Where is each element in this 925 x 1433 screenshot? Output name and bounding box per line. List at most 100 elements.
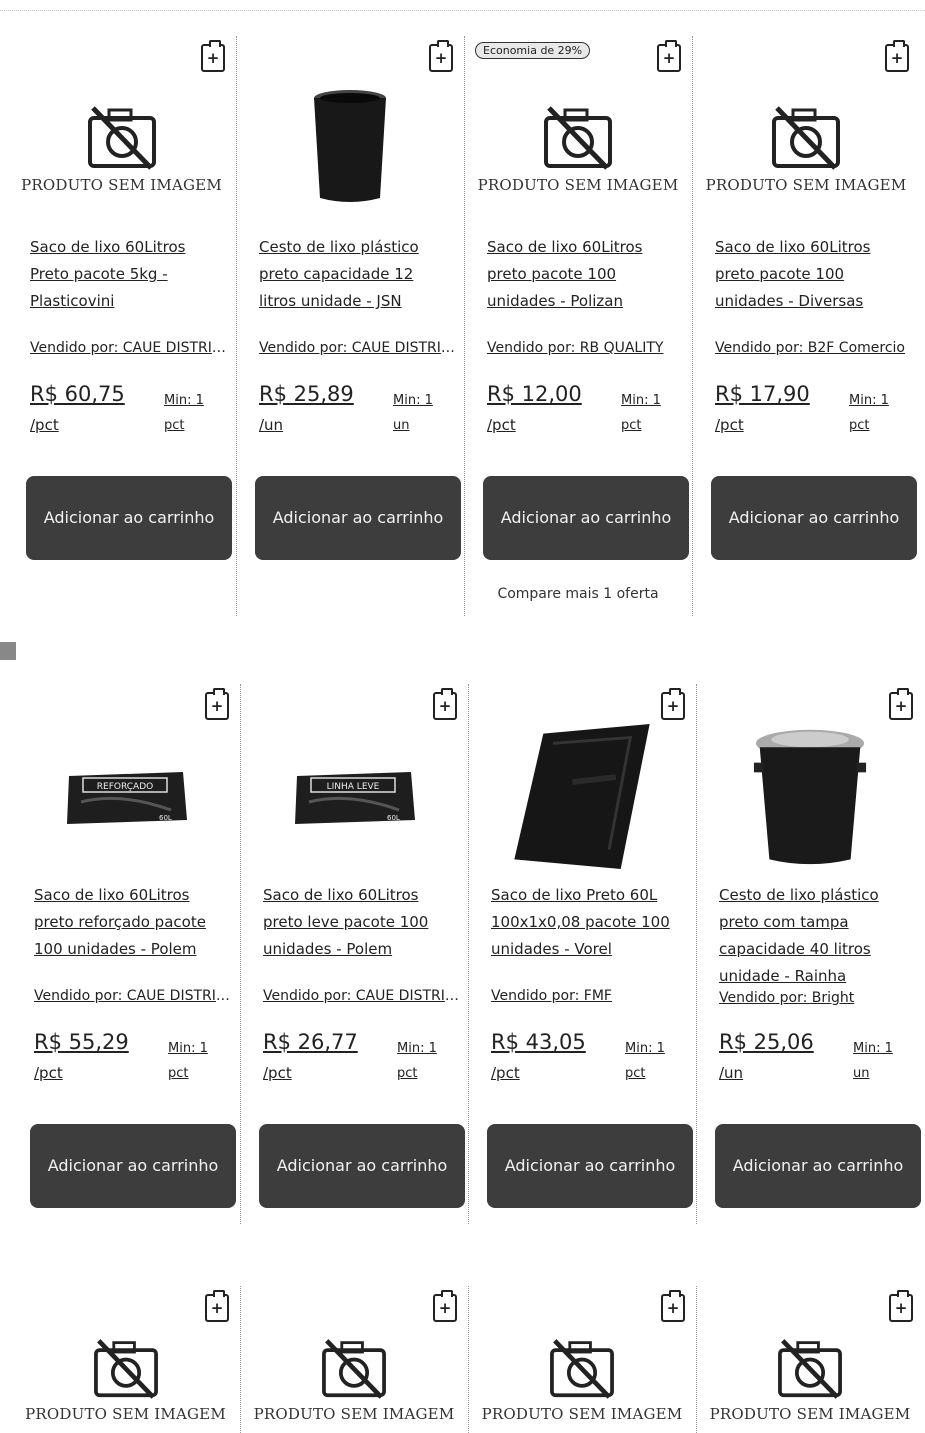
product-price: R$ 25,89: [259, 382, 354, 406]
product-title[interactable]: Saco de lixo 60Litros preto pacote 100 u…: [715, 234, 909, 315]
add-to-list-icon[interactable]: +: [429, 40, 453, 72]
price-unit: /pct: [30, 416, 59, 434]
seller-link[interactable]: Vendido por: B2F Comercio: [715, 340, 911, 356]
no-image-camera-icon: [87, 104, 157, 170]
bag-pack-image: LINHA LEVE 60L: [295, 771, 415, 824]
min-quantity: Min: 1 pct: [621, 393, 661, 433]
no-image-text: PRODUTO SEM IMAGEM: [705, 175, 907, 194]
product-card: + Cesto de lixo plástico preto capacidad…: [236, 36, 463, 616]
product-price: R$ 60,75: [30, 382, 125, 406]
no-image-camera-icon: [93, 1337, 159, 1399]
lidded-bin-image: [753, 729, 867, 865]
add-to-list-icon[interactable]: +: [889, 1290, 913, 1322]
no-image-text: PRODUTO SEM IMAGEM: [21, 175, 222, 194]
product-card: + PRODUTO SEM IMAGEM Saco de lixo 60Litr…: [8, 36, 235, 616]
add-to-list-icon[interactable]: +: [205, 1290, 229, 1322]
add-to-cart-button[interactable]: Adicionar ao carrinho: [255, 476, 461, 560]
seller-link[interactable]: Vendido por: RB QUALITY: [487, 340, 683, 356]
add-to-list-icon[interactable]: +: [661, 688, 685, 720]
add-to-list-icon[interactable]: +: [205, 688, 229, 720]
add-to-cart-button[interactable]: Adicionar ao carrinho: [483, 476, 689, 560]
seller-link[interactable]: Vendido por: CAUE DISTRIBUIDORA: [30, 340, 227, 356]
product-card: + Saco de lixo Preto 60L 100x1x0,08 paco…: [468, 684, 695, 1224]
add-to-list-icon[interactable]: +: [201, 40, 225, 72]
add-to-cart-button[interactable]: Adicionar ao carrinho: [715, 1124, 921, 1208]
product-image: PRODUTO SEM IMAGEM: [8, 76, 235, 221]
add-to-list-icon[interactable]: +: [885, 40, 909, 72]
product-row-3: + PRODUTO SEM IMAGEM + PRODUTO SEM IMAGE…: [0, 1286, 925, 1433]
product-image: REFORÇADO 60L: [12, 724, 239, 869]
product-card: + REFORÇADO 60L Saco de lixo 60Litros pr…: [12, 684, 239, 1224]
product-row-2: + REFORÇADO 60L Saco de lixo 60Litros pr…: [0, 684, 925, 1224]
savings-badge: Economia de 29%: [475, 42, 591, 59]
product-image: LINHA LEVE 60L: [241, 724, 467, 869]
add-to-cart-button[interactable]: Adicionar ao carrinho: [30, 1124, 236, 1208]
no-image-text: PRODUTO SEM IMAGEM: [709, 1405, 911, 1423]
product-card: + Cesto de lixo plástico preto com tampa…: [696, 684, 923, 1224]
seller-link[interactable]: Vendido por: Bright: [719, 990, 915, 1006]
pack-label: REFORÇADO: [96, 782, 152, 792]
product-title[interactable]: Saco de lixo 60Litros preto pacote 100 u…: [487, 234, 681, 315]
add-to-list-icon[interactable]: +: [433, 1290, 457, 1322]
add-to-list-icon[interactable]: +: [433, 688, 457, 720]
product-title[interactable]: Saco de lixo 60Litros preto leve pacote …: [263, 882, 457, 963]
product-title[interactable]: Cesto de lixo plástico preto com tampa c…: [719, 882, 913, 990]
svg-text:60L: 60L: [159, 814, 172, 822]
seller-link[interactable]: Vendido por: CAUE DISTRIBUIDORA: [263, 988, 459, 1004]
add-to-cart-button[interactable]: Adicionar ao carrinho: [711, 476, 917, 560]
product-price: R$ 43,05: [491, 1030, 586, 1054]
price-unit: /pct: [34, 1064, 63, 1082]
add-to-list-icon[interactable]: +: [889, 688, 913, 720]
add-to-cart-button[interactable]: Adicionar ao carrinho: [259, 1124, 465, 1208]
min-quantity: Min: 1 pct: [397, 1041, 437, 1081]
price-unit: /pct: [715, 416, 744, 434]
price-unit: /pct: [487, 416, 516, 434]
no-image-text: PRODUTO SEM IMAGEM: [481, 1405, 683, 1423]
product-card: Economia de 29% + PRODUTO SEM IMAGEM Sac…: [464, 36, 691, 616]
add-to-list-icon[interactable]: +: [657, 40, 681, 72]
svg-text:60L: 60L: [387, 814, 400, 822]
product-image: PRODUTO SEM IMAGEM: [469, 1330, 695, 1430]
no-image-camera-icon: [543, 104, 613, 170]
product-card: + PRODUTO SEM IMAGEM: [12, 1286, 239, 1433]
product-image: PRODUTO SEM IMAGEM: [12, 1330, 239, 1430]
product-title[interactable]: Saco de lixo 60Litros preto reforçado pa…: [34, 882, 229, 963]
min-quantity: Min: 1 un: [853, 1041, 893, 1081]
seller-link[interactable]: Vendido por: CAUE DISTRIBUIDORA: [259, 340, 455, 356]
pack-label: LINHA LEVE: [327, 782, 380, 792]
product-image: PRODUTO SEM IMAGEM: [241, 1330, 467, 1430]
product-card: + LINHA LEVE 60L Saco de lixo 60Litros p…: [240, 684, 467, 1224]
product-image: PRODUTO SEM IMAGEM: [697, 1330, 923, 1430]
price-unit: /pct: [263, 1064, 292, 1082]
bag-pack-image: REFORÇADO 60L: [66, 771, 187, 824]
product-image: PRODUTO SEM IMAGEM: [693, 76, 919, 221]
black-bags-image: [514, 724, 650, 869]
product-title[interactable]: Cesto de lixo plástico preto capacidade …: [259, 234, 453, 315]
product-image: [237, 76, 463, 221]
price-unit: /un: [259, 416, 284, 434]
min-quantity: Min: 1 pct: [625, 1041, 665, 1081]
product-title[interactable]: Saco de lixo Preto 60L 100x1x0,08 pacote…: [491, 882, 685, 963]
no-image-camera-icon: [549, 1337, 615, 1399]
product-price: R$ 12,00: [487, 382, 582, 406]
product-card: + PRODUTO SEM IMAGEM Saco de lixo 60Litr…: [692, 36, 919, 616]
min-quantity: Min: 1 pct: [849, 393, 889, 433]
no-image-camera-icon: [321, 1337, 387, 1399]
add-to-cart-button[interactable]: Adicionar ao carrinho: [487, 1124, 693, 1208]
scroll-marker: [0, 642, 16, 660]
no-image-camera-icon: [771, 104, 841, 170]
top-edge: [0, 0, 925, 11]
no-image-text: PRODUTO SEM IMAGEM: [253, 1405, 455, 1423]
seller-link[interactable]: Vendido por: FMF: [491, 988, 687, 1004]
product-title[interactable]: Saco de lixo 60Litros Preto pacote 5kg -…: [30, 234, 225, 315]
product-price: R$ 25,06: [719, 1030, 814, 1054]
add-to-list-icon[interactable]: +: [661, 1290, 685, 1322]
compare-offers-link[interactable]: Compare mais 1 oferta: [465, 586, 691, 602]
seller-link[interactable]: Vendido por: CAUE DISTRIBUIDORA: [34, 988, 231, 1004]
price-unit: /pct: [491, 1064, 520, 1082]
add-to-cart-button[interactable]: Adicionar ao carrinho: [26, 476, 232, 560]
no-image-text: PRODUTO SEM IMAGEM: [25, 1405, 226, 1423]
product-row-1: + PRODUTO SEM IMAGEM Saco de lixo 60Litr…: [0, 36, 925, 616]
product-image: PRODUTO SEM IMAGEM: [465, 76, 691, 221]
no-image-text: PRODUTO SEM IMAGEM: [477, 175, 679, 194]
